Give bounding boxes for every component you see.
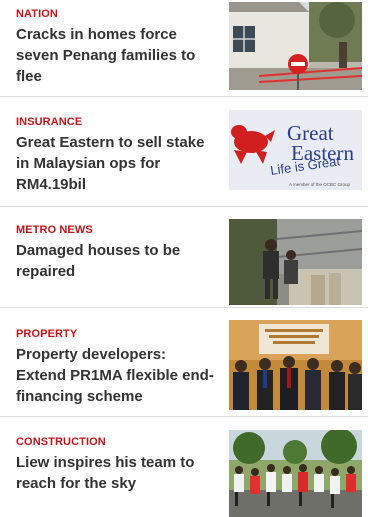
category-label[interactable]: NATION xyxy=(16,8,220,20)
article-headline[interactable]: Liew inspires his team to reach for the … xyxy=(16,452,220,494)
article-text: METRO NEWS Damaged houses to be repaired xyxy=(16,224,220,282)
news-feed: NATION Cracks in homes force seven Penan… xyxy=(0,0,368,517)
article-headline[interactable]: Property developers: Extend PR1MA flexib… xyxy=(16,344,220,407)
article-text: CONSTRUCTION Liew inspires his team to r… xyxy=(16,436,220,494)
article-text: INSURANCE Great Eastern to sell stake in… xyxy=(16,116,220,195)
article-card[interactable]: NATION Cracks in homes force seven Penan… xyxy=(0,0,368,97)
workers-at-house-photo[interactable] xyxy=(229,219,362,305)
category-label[interactable]: CONSTRUCTION xyxy=(16,436,220,448)
runners-crowd-photo[interactable] xyxy=(229,430,362,517)
category-label[interactable]: INSURANCE xyxy=(16,116,220,128)
article-text: PROPERTY Property developers: Extend PR1… xyxy=(16,328,220,407)
article-card[interactable]: METRO NEWS Damaged houses to be repaired xyxy=(0,207,368,308)
article-headline[interactable]: Cracks in homes force seven Penang famil… xyxy=(16,24,220,87)
group-of-officials-photo[interactable] xyxy=(229,320,362,410)
article-headline[interactable]: Great Eastern to sell stake in Malaysian… xyxy=(16,132,220,195)
category-label[interactable]: METRO NEWS xyxy=(16,224,220,236)
article-card[interactable]: PROPERTY Property developers: Extend PR1… xyxy=(0,308,368,417)
article-card[interactable]: INSURANCE Great Eastern to sell stake in… xyxy=(0,97,368,207)
category-label[interactable]: PROPERTY xyxy=(16,328,220,340)
article-card[interactable]: CONSTRUCTION Liew inspires his team to r… xyxy=(0,417,368,517)
damaged-house-photo[interactable] xyxy=(229,2,362,90)
svg-text:A member of the OCBC Group: A member of the OCBC Group xyxy=(289,182,351,187)
article-text: NATION Cracks in homes force seven Penan… xyxy=(16,8,220,87)
article-headline[interactable]: Damaged houses to be repaired xyxy=(16,240,220,282)
great-eastern-logo[interactable]: Great Eastern Life is Great A member of … xyxy=(229,110,362,190)
